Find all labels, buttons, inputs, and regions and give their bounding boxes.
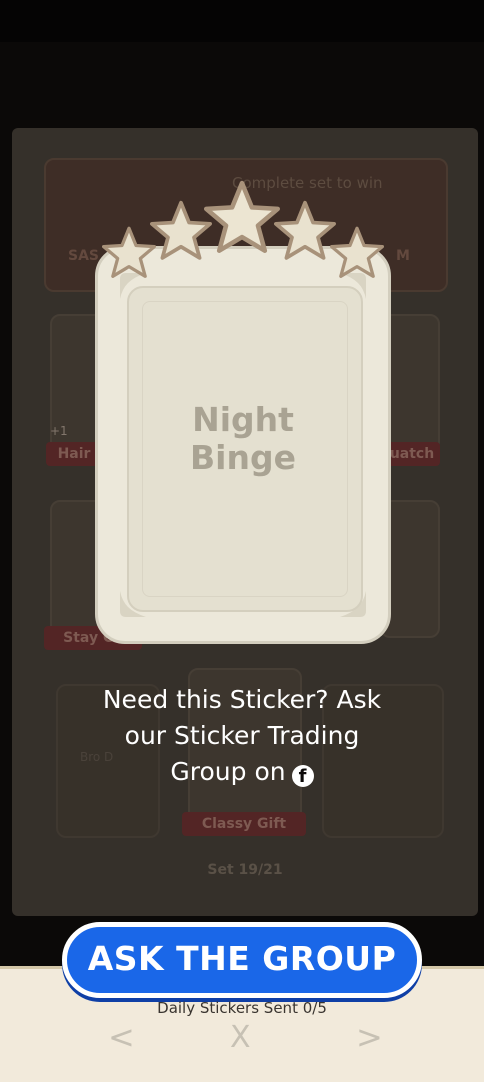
status-bar	[0, 0, 484, 42]
close-icon[interactable]: X	[230, 1020, 251, 1055]
sticker-name-line2: Binge	[190, 438, 296, 477]
bg-sticker-label: Classy Gift	[182, 812, 306, 836]
sticker-card: Night Binge	[95, 246, 391, 644]
bg-sticker-label: Hair	[46, 442, 102, 466]
chevron-right-icon[interactable]: >	[356, 1018, 383, 1056]
star-icon	[330, 226, 384, 278]
chevron-left-icon[interactable]: <	[108, 1018, 135, 1056]
prompt-line2: our Sticker Trading	[124, 721, 360, 750]
banner-side-left: SAS	[68, 248, 100, 264]
trading-prompt: Need this Sticker? Ask our Sticker Tradi…	[0, 682, 484, 790]
prompt-line1: Need this Sticker? Ask	[102, 685, 382, 714]
star-icon	[150, 200, 212, 260]
star-icon	[274, 200, 336, 260]
set-progress: Set 19/21	[207, 862, 283, 878]
sticker-name: Night Binge	[98, 401, 388, 477]
banner-side-right: M	[396, 248, 410, 264]
facebook-icon[interactable]: f	[291, 765, 314, 787]
sticker-name-line1: Night	[192, 400, 294, 439]
prompt-line3: Group on	[170, 757, 286, 786]
plus-badge: +1	[50, 424, 68, 438]
bg-sticker-label: uatch	[384, 442, 440, 466]
star-icon	[204, 180, 280, 253]
star-icon	[102, 226, 156, 278]
daily-stickers-sent: Daily Stickers Sent 0/5	[157, 999, 327, 1017]
ask-the-group-button[interactable]: ASK THE GROUP	[62, 922, 422, 998]
